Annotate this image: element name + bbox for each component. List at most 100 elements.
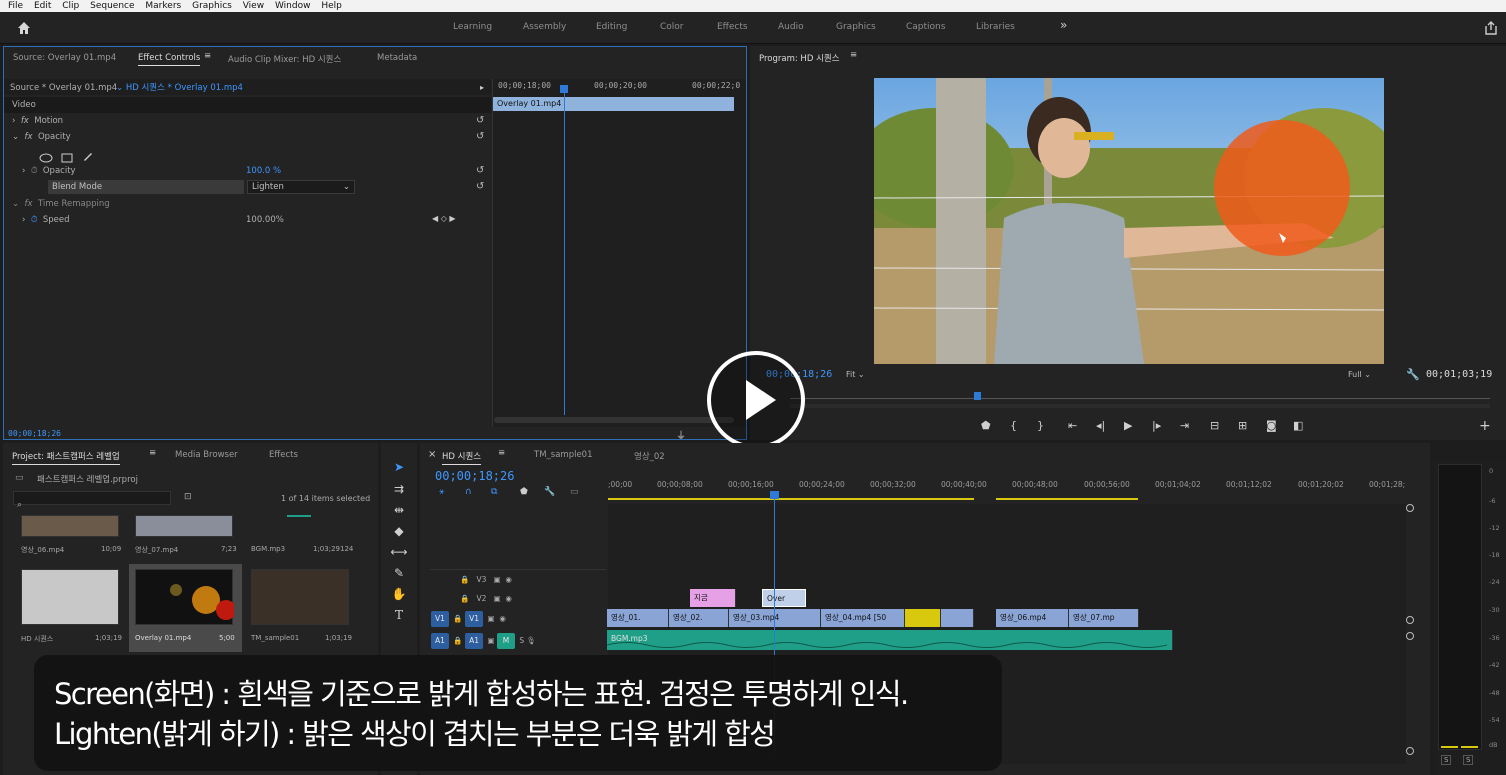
opacity-value[interactable]: 100.0 % — [246, 163, 281, 179]
scroll-handle-mid[interactable] — [1406, 616, 1414, 624]
effect-timeline[interactable] — [492, 79, 746, 427]
thumb-video06[interactable] — [21, 515, 119, 537]
track-v3-icons[interactable]: ▣ ◉ — [494, 575, 512, 584]
track-a1-label[interactable]: A1 — [465, 633, 484, 649]
reset-opacity-value-icon[interactable]: ↺ — [476, 165, 484, 176]
thumb-overlay01[interactable] — [135, 569, 236, 625]
workspace-color[interactable]: Color — [660, 22, 684, 32]
thumb-video07[interactable] — [135, 515, 233, 537]
scroll-handle-audio[interactable] — [1406, 632, 1414, 640]
menu-markers[interactable]: Markers — [145, 1, 181, 11]
play-overlay-icon[interactable] — [707, 351, 805, 449]
sequence-dropdown[interactable]: ⌄ HD 시퀀스 * Overlay 01.mp4 — [116, 80, 243, 96]
extract-icon[interactable]: ⊞ — [1238, 419, 1247, 432]
source-v1-button[interactable]: V1 — [431, 611, 449, 627]
workspace-assembly[interactable]: Assembly — [523, 22, 566, 32]
selection-tool-icon[interactable]: ➤ — [390, 458, 408, 476]
program-video-frame[interactable] — [874, 78, 1384, 364]
nest-icon[interactable]: ⚹ — [439, 487, 444, 497]
clip-a1-bgm[interactable]: BGM.mp3 — [607, 630, 1173, 650]
home-icon[interactable] — [16, 20, 32, 36]
tab-project[interactable]: Project: 패스트캠퍼스 레벨업 — [12, 450, 120, 465]
type-tool-icon[interactable]: T — [390, 606, 408, 624]
workspaces-more-button[interactable]: » — [1060, 18, 1067, 32]
tab-hd-sequence[interactable]: HD 시퀀스 — [442, 450, 482, 465]
clip-v1-gap[interactable] — [941, 609, 974, 627]
add-button-icon[interactable]: + — [1479, 418, 1491, 434]
clip-v1-0[interactable]: 영상_01. — [607, 609, 669, 627]
clip-v1-1[interactable]: 영상_02. — [669, 609, 729, 627]
track-header-v3[interactable]: 🔒 V3 ▣ ◉ — [460, 571, 512, 589]
workspace-graphics[interactable]: Graphics — [836, 22, 876, 32]
clip-v2-1[interactable]: Over — [762, 589, 806, 607]
reset-blend-icon[interactable]: ↺ — [476, 181, 484, 192]
work-area-bar-2[interactable] — [996, 498, 1138, 500]
workspace-audio[interactable]: Audio — [778, 22, 804, 32]
clip-v1-yellow[interactable] — [905, 609, 941, 627]
clip-v1-2[interactable]: 영상_03.mp4 — [729, 609, 821, 627]
add-marker-icon[interactable]: ⬟ — [981, 419, 991, 432]
tab-metadata[interactable]: Metadata — [377, 53, 417, 63]
effect-opacity[interactable]: ⌄ fx Opacity — [4, 129, 491, 145]
ripple-edit-tool-icon[interactable]: ⇹ — [390, 501, 408, 519]
quality-select[interactable]: Full ⌄ — [1348, 368, 1396, 382]
thumb-tm-sample01[interactable] — [251, 569, 349, 625]
track-v1-label[interactable]: V1 — [465, 611, 484, 627]
menu-sequence[interactable]: Sequence — [90, 1, 134, 11]
menu-view[interactable]: View — [243, 1, 264, 11]
track-select-tool-icon[interactable]: ⇉ — [390, 480, 408, 498]
captions-icon[interactable]: ▭ — [570, 487, 579, 497]
timeline-timecode[interactable]: 00;00;18;26 — [435, 469, 514, 483]
menu-help[interactable]: Help — [321, 1, 342, 11]
mute-button[interactable]: M — [496, 633, 515, 649]
thumb-hd-sequence[interactable] — [21, 569, 119, 625]
workspace-learning[interactable]: Learning — [453, 22, 492, 32]
workspace-libraries[interactable]: Libraries — [976, 22, 1015, 32]
blend-mode-select[interactable]: Lighten ⌄ — [247, 180, 355, 194]
tab-tm-sample01[interactable]: TM_sample01 — [534, 450, 593, 460]
scroll-handle-bottom[interactable] — [1406, 747, 1414, 755]
solo-right-button[interactable]: S — [1463, 755, 1474, 765]
linked-selection-icon[interactable]: ⧉ — [491, 487, 497, 497]
timeline-playhead-handle[interactable] — [770, 491, 779, 499]
clip-v2-0[interactable]: 지금 — [690, 589, 736, 607]
hand-tool-icon[interactable]: ✋ — [390, 585, 408, 603]
clip-v1-3[interactable]: 영상_04.mp4 [50 — [821, 609, 905, 627]
mark-in-icon[interactable]: { — [1010, 419, 1017, 432]
pen-tool-icon[interactable]: ✎ — [390, 564, 408, 582]
expand-arrow-icon[interactable]: ▸ — [480, 83, 484, 92]
source-a1-button[interactable]: A1 — [431, 633, 449, 649]
share-icon[interactable] — [1484, 20, 1498, 35]
tab-effects[interactable]: Effects — [269, 450, 298, 460]
scroll-handle-top[interactable] — [1406, 504, 1414, 512]
workspace-effects[interactable]: Effects — [717, 22, 748, 32]
solo-left-button[interactable]: S — [1441, 755, 1452, 765]
timeline-menu-icon[interactable]: ≡ — [498, 448, 505, 458]
filter-icon[interactable]: ⏚ — [676, 427, 686, 442]
menu-clip[interactable]: Clip — [62, 1, 79, 11]
project-search-input[interactable]: ⌕ — [13, 491, 171, 510]
step-forward-icon[interactable]: |▸ — [1152, 419, 1161, 432]
wrench-icon[interactable]: 🔧 — [1406, 368, 1420, 381]
ec-scrollbar[interactable] — [494, 417, 734, 423]
tab-source[interactable]: Source: Overlay 01.mp4 — [13, 53, 116, 63]
ec-playhead-handle[interactable] — [560, 85, 568, 93]
tab-audio-clip-mixer[interactable]: Audio Clip Mixer: HD 시퀀스 — [228, 53, 341, 65]
ec-timecode[interactable]: 00;00;18;26 — [8, 429, 61, 438]
timeline-settings-icon[interactable]: 🔧 — [544, 487, 555, 497]
timeline-marker-icon[interactable]: ⬟ — [520, 487, 528, 497]
solo-button[interactable]: S — [519, 636, 524, 645]
snap-icon[interactable]: ∩ — [465, 487, 472, 497]
tab-media-browser[interactable]: Media Browser — [175, 450, 238, 460]
program-zoom-bar[interactable] — [790, 404, 1490, 408]
track-header-v2[interactable]: 🔒 V2 ▣ ◉ — [460, 590, 512, 608]
workspace-editing[interactable]: Editing — [596, 22, 627, 32]
clip-v1-4[interactable]: 영상_06.mp4 — [996, 609, 1069, 627]
keyframe-nav-icon[interactable]: ◀ ◇ ▶ — [432, 214, 456, 223]
reset-opacity-icon[interactable]: ↺ — [476, 131, 484, 142]
project-menu-icon[interactable]: ≡ — [149, 448, 156, 458]
compare-view-icon[interactable]: ◧ — [1293, 419, 1303, 432]
effect-motion[interactable]: › fx Motion — [4, 113, 491, 129]
go-to-out-icon[interactable]: ⇥ — [1180, 419, 1189, 432]
go-to-in-icon[interactable]: ⇤ — [1068, 419, 1077, 432]
